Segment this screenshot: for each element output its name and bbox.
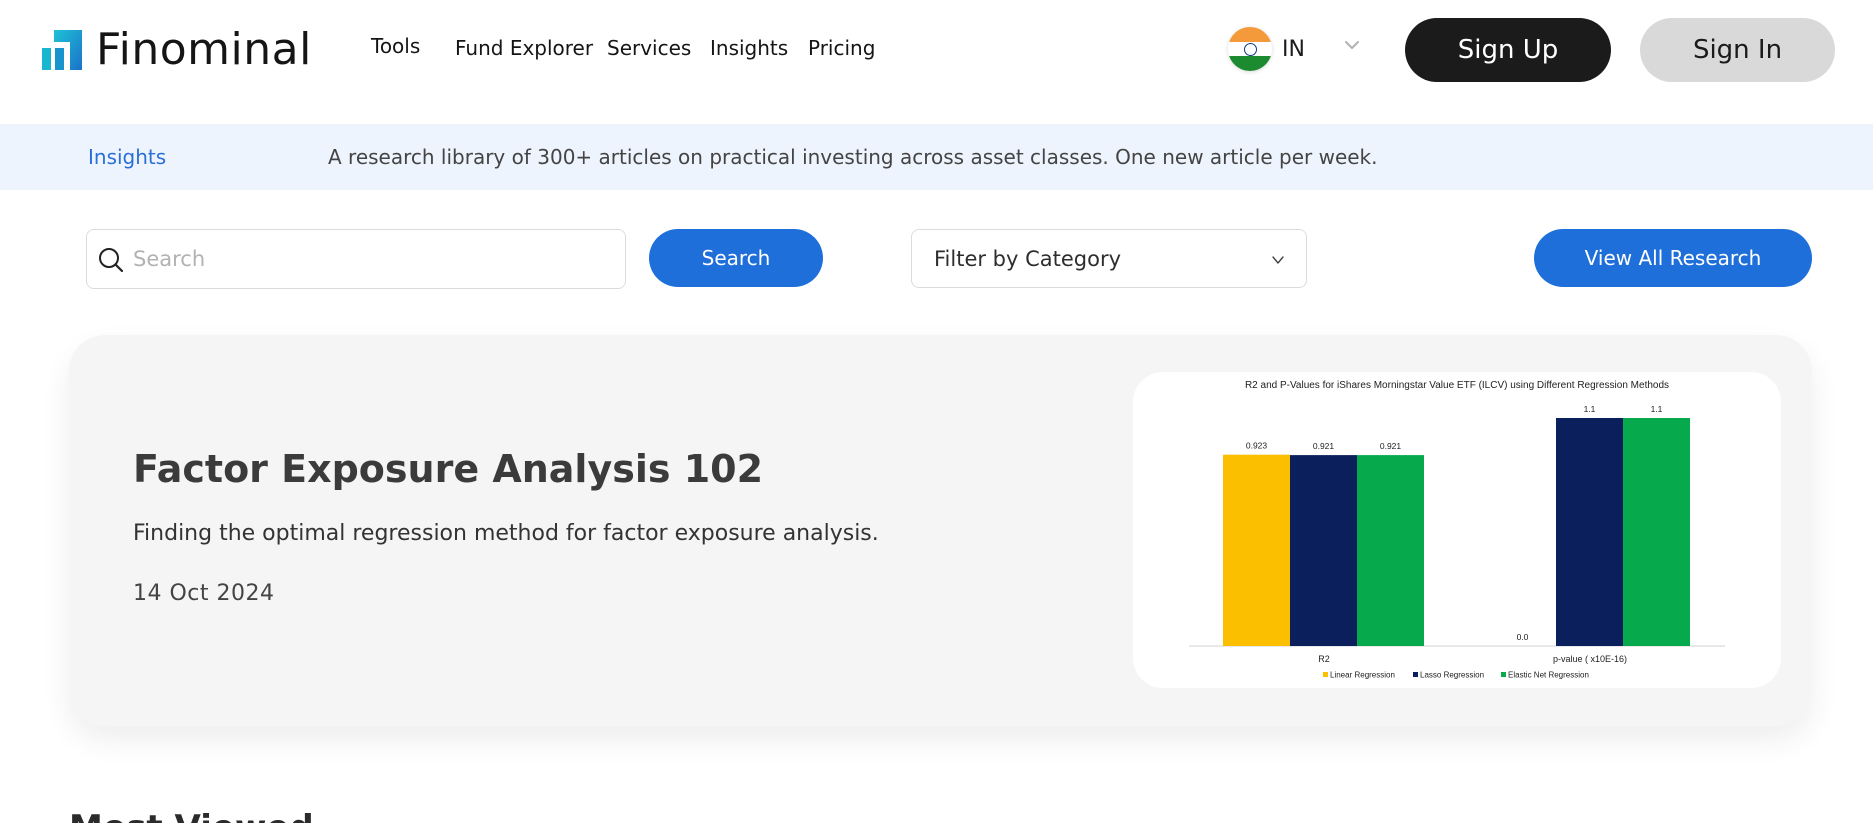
chart-legend-label-2: Elastic Net Regression — [1508, 671, 1589, 680]
chart-legend-swatch-1 — [1413, 672, 1418, 677]
chart-data-label-1-2: 1.1 — [1651, 404, 1663, 414]
chart-category-label-1: p-value ( x10E-16) — [1553, 654, 1627, 664]
filter-category-label: Filter by Category — [934, 247, 1122, 271]
site-header: Finominal Tools Fund Explorer Services I… — [0, 0, 1873, 124]
chart-bar-0-2 — [1357, 455, 1424, 646]
featured-article-description: Finding the optimal regression method fo… — [133, 521, 879, 546]
chevron-down-icon[interactable] — [1343, 36, 1361, 54]
nav-item-tools[interactable]: Tools — [371, 34, 420, 58]
nav-item-insights[interactable]: Insights — [710, 36, 788, 60]
chart-bar-0-0 — [1223, 454, 1290, 646]
featured-article-title[interactable]: Factor Exposure Analysis 102 — [133, 447, 763, 491]
sign-in-button[interactable]: Sign In — [1640, 18, 1835, 82]
chart-bar-1-1 — [1556, 418, 1623, 646]
finominal-logo[interactable]: Finominal — [40, 28, 312, 72]
featured-article-date: 14 Oct 2024 — [133, 581, 275, 606]
india-flag-icon — [1228, 27, 1272, 71]
search-icon — [99, 248, 124, 273]
chart-legend-swatch-0 — [1323, 672, 1328, 677]
regression-bar-chart: R2 and P-Values for iShares Morningstar … — [1189, 380, 1725, 680]
region-selector[interactable]: IN — [1228, 27, 1305, 71]
search-box — [86, 229, 626, 289]
chart-legend-swatch-2 — [1501, 672, 1506, 677]
insights-info-bar: Insights A research library of 300+ arti… — [0, 124, 1873, 190]
nav-item-fund-explorer[interactable]: Fund Explorer — [455, 36, 593, 60]
search-button[interactable]: Search — [649, 229, 823, 287]
sign-up-button[interactable]: Sign Up — [1405, 18, 1611, 82]
featured-article-chart[interactable]: R2 and P-Values for iShares Morningstar … — [1133, 372, 1781, 688]
nav-item-pricing[interactable]: Pricing — [808, 36, 875, 60]
chart-bar-1-2 — [1623, 418, 1690, 646]
chart-data-label-0-1: 0.921 — [1313, 441, 1335, 451]
chart-data-label-1-1: 1.1 — [1584, 404, 1596, 414]
chart-bar-0-1 — [1290, 455, 1357, 646]
chart-data-label-0-2: 0.921 — [1380, 441, 1402, 451]
finominal-logo-icon — [42, 30, 82, 70]
search-input[interactable] — [133, 240, 613, 278]
most-viewed-heading: Most Viewed — [69, 808, 314, 823]
region-code: IN — [1282, 36, 1305, 62]
chart-legend-label-0: Linear Regression — [1330, 671, 1395, 680]
chart-data-label-0-0: 0.923 — [1246, 441, 1268, 451]
chart-title: R2 and P-Values for iShares Morningstar … — [1245, 380, 1669, 391]
nav-item-services[interactable]: Services — [607, 36, 691, 60]
insights-link[interactable]: Insights — [88, 145, 166, 169]
filter-category-dropdown[interactable]: Filter by Category — [911, 229, 1307, 288]
chart-category-label-0: R2 — [1318, 654, 1330, 664]
brand-name: Finominal — [96, 24, 312, 75]
chart-legend-label-1: Lasso Regression — [1420, 671, 1484, 680]
chart-data-label-1-0: 0.0 — [1517, 632, 1529, 642]
insights-description: A research library of 300+ articles on p… — [328, 145, 1378, 169]
chevron-down-icon — [1272, 256, 1284, 264]
view-all-research-button[interactable]: View All Research — [1534, 229, 1812, 287]
